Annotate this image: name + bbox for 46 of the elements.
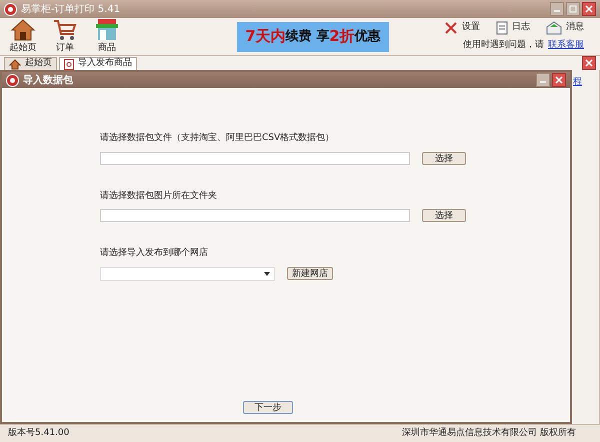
close-button[interactable] <box>552 73 566 87</box>
dropdown-caret-icon <box>264 272 270 276</box>
banner-text: 7天内 <box>245 26 286 48</box>
minimize-button[interactable] <box>550 2 564 16</box>
top-action-button[interactable]: 消息 <box>546 20 584 35</box>
shop-icon <box>94 18 120 42</box>
envelope-icon <box>546 20 562 35</box>
cart-icon <box>52 18 78 42</box>
toolbar-button[interactable]: 订单 <box>50 18 80 56</box>
tab[interactable]: 起始页 <box>4 57 57 70</box>
banner-text: 2折 <box>329 26 355 48</box>
close-icon <box>555 76 563 84</box>
close-icon <box>585 59 593 67</box>
path-field[interactable] <box>100 209 410 222</box>
document-icon <box>64 58 74 70</box>
action-button[interactable]: 选择 <box>422 152 466 164</box>
close-button[interactable] <box>582 2 596 16</box>
window-title: 易掌柜-订单打印 5.41 <box>21 2 120 16</box>
document-icon <box>496 20 508 35</box>
close-button[interactable] <box>582 56 596 70</box>
action-button[interactable]: 选择 <box>422 209 466 222</box>
minimize-button[interactable] <box>536 73 550 87</box>
maximize-button[interactable] <box>566 2 580 16</box>
path-field[interactable] <box>100 152 410 164</box>
tab[interactable]: 导入发布商品 <box>59 57 137 70</box>
copyright-text: 深圳市华通易点信息技术有限公司 版权所有 <box>402 426 577 440</box>
toolbar-button[interactable]: 商品 <box>92 18 122 56</box>
top-action-button[interactable]: 日志 <box>496 20 530 35</box>
banner-text: 续费 享 <box>286 28 330 46</box>
tutorial-link[interactable]: 程 <box>573 77 582 87</box>
top-action-button[interactable]: 设置 <box>444 20 480 35</box>
next-button[interactable]: 下一步 <box>243 401 293 414</box>
version-text: 版本号5.41.00 <box>8 426 70 440</box>
banner-text: 优惠 <box>354 28 381 46</box>
app-logo-icon <box>6 74 19 86</box>
action-button[interactable]: 新建网店 <box>287 267 333 280</box>
toolbar-button[interactable]: 起始页 <box>8 18 38 56</box>
field-label: 请选择数据包文件（支持淘宝、阿里巴巴CSV格式数据包） <box>100 132 336 145</box>
help-text: 使用时遇到问题，请 <box>463 38 544 52</box>
contact-link[interactable]: 联系客服 <box>548 38 584 52</box>
app-logo-icon <box>4 2 17 16</box>
field-label: 请选择导入发布到哪个网店 <box>100 247 209 260</box>
maximize-icon <box>569 5 577 13</box>
close-icon <box>585 5 593 13</box>
dialog-title: 导入数据包 <box>23 74 73 88</box>
field-label: 请选择数据包图片所在文件夹 <box>100 190 218 202</box>
